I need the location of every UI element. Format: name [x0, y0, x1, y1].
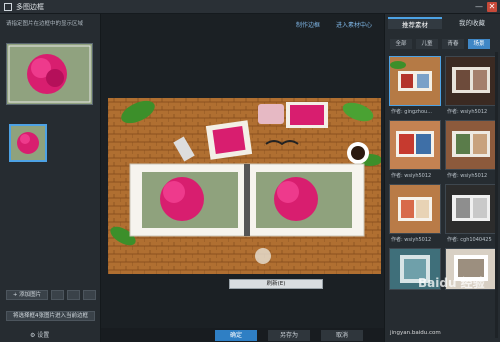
material-center-link[interactable]: 进入素材中心 [336, 20, 372, 29]
material-tile-1[interactable] [389, 56, 441, 106]
tile-author: 作者: wsiyh5012 [447, 173, 488, 179]
add-photo-button[interactable]: + 添加图片 [6, 290, 48, 300]
small-tool-button-3[interactable] [83, 290, 96, 300]
cancel-button[interactable]: 取消 [321, 330, 363, 341]
ok-button[interactable]: 确定 [215, 330, 257, 341]
photo-preview[interactable] [6, 43, 93, 105]
app-icon [4, 3, 12, 11]
make-frame-link[interactable]: 制作边框 [296, 20, 320, 29]
category-all[interactable]: 全部 [390, 39, 412, 49]
small-tool-button-1[interactable] [51, 290, 64, 300]
watermark: Baidu 经验 [418, 276, 485, 290]
tile-author: 作者: wsiyh5012 [447, 109, 488, 115]
tile-author: 作者: cgh1040425 [447, 237, 492, 243]
display-area-hint: 请指定图片在边框中的显示区域 [6, 21, 84, 27]
tab-favorites[interactable]: 我的收藏 [446, 17, 498, 29]
watermark-url: jingyan.baidu.com [390, 330, 441, 336]
selected-photo-thumbnail[interactable] [9, 124, 47, 162]
material-tile-2[interactable] [445, 56, 497, 106]
small-tool-button-2[interactable] [67, 290, 80, 300]
category-kids[interactable]: 儿童 [416, 39, 438, 49]
material-tile-6[interactable] [445, 184, 497, 234]
window-title: 多图边框 [16, 3, 44, 11]
tab-recommended[interactable]: 推荐素材 [388, 17, 442, 29]
material-scrollbar[interactable] [495, 52, 498, 338]
category-youth[interactable]: 青春 [442, 39, 464, 49]
material-tile-5[interactable] [389, 184, 441, 234]
tile-author: 作者: gingzhou... [391, 109, 432, 115]
save-as-button[interactable]: 另存为 [268, 330, 310, 341]
tile-author: 作者: wsiyh5012 [391, 173, 432, 179]
refresh-button[interactable]: 刷新(E) [229, 279, 323, 289]
material-tile-4[interactable] [445, 120, 497, 170]
close-button[interactable]: ✕ [487, 2, 497, 12]
tile-author: 作者: wsiyh5012 [391, 237, 432, 243]
material-tile-3[interactable] [389, 120, 441, 170]
apply-to-frame-button[interactable]: 将选择框4张图片进入当前边框 [6, 311, 95, 321]
minimize-button[interactable]: — [474, 2, 484, 12]
settings-button[interactable]: ⚙ 设置 [30, 330, 49, 339]
title-bar: 多图边框 — ✕ [0, 0, 500, 14]
frame-canvas[interactable] [108, 98, 382, 274]
category-scene[interactable]: 场景 [468, 39, 490, 49]
